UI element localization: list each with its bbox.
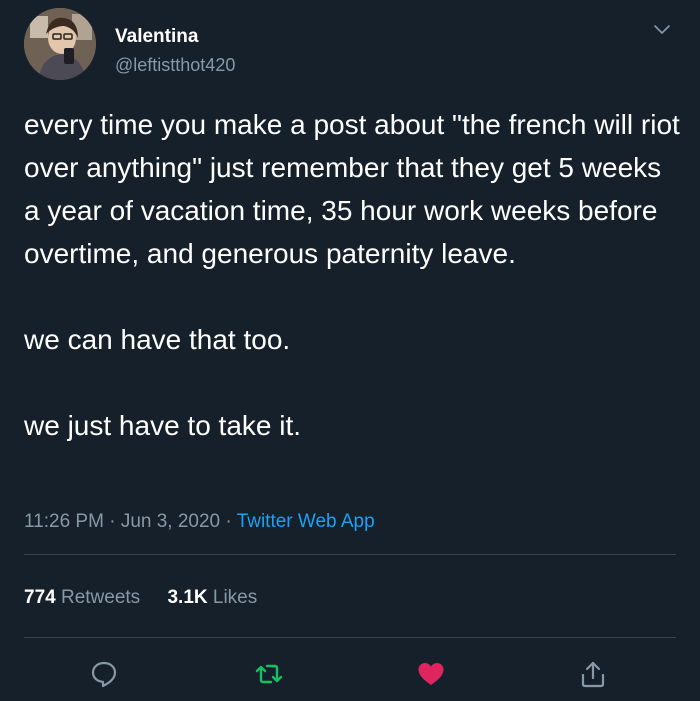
tweet-metadata: 11:26 PM · Jun 3, 2020 · Twitter Web App bbox=[24, 511, 375, 533]
display-name[interactable]: Valentina bbox=[115, 26, 198, 48]
tweet-header: Valentina @leftistthot420 bbox=[24, 8, 676, 84]
heart-icon[interactable] bbox=[416, 659, 446, 689]
separator-dot: · bbox=[225, 511, 237, 532]
tweet-time[interactable]: 11:26 PM bbox=[24, 511, 104, 532]
retweets-label: Retweets bbox=[60, 587, 141, 608]
retweets-stat[interactable]: 774 Retweets bbox=[24, 587, 140, 608]
likes-label: Likes bbox=[212, 587, 258, 608]
reply-icon[interactable] bbox=[89, 659, 119, 689]
likes-stat[interactable]: 3.1K Likes bbox=[167, 587, 257, 608]
retweet-icon[interactable] bbox=[254, 659, 284, 689]
tweet-paragraph: we just have to take it. bbox=[24, 410, 302, 441]
tweet-text: every time you make a post about "the fr… bbox=[24, 103, 684, 447]
tweet-paragraph: every time you make a post about "the fr… bbox=[24, 109, 680, 269]
username-handle[interactable]: @leftistthot420 bbox=[115, 55, 235, 76]
separator-dot: · bbox=[109, 511, 121, 532]
tweet-paragraph: we can have that too. bbox=[24, 324, 291, 355]
retweets-count: 774 bbox=[24, 587, 56, 608]
avatar[interactable] bbox=[24, 8, 96, 80]
tweet-source-link[interactable]: Twitter Web App bbox=[237, 511, 375, 532]
tweet-date[interactable]: Jun 3, 2020 bbox=[121, 511, 220, 532]
tweet-stats: 774 Retweets 3.1K Likes bbox=[24, 587, 279, 609]
tweet-card: Valentina @leftistthot420 every time you… bbox=[0, 0, 700, 701]
divider bbox=[24, 554, 676, 555]
divider bbox=[24, 637, 676, 638]
tweet-actions bbox=[0, 655, 700, 701]
chevron-down-icon[interactable] bbox=[652, 20, 672, 40]
share-icon[interactable] bbox=[578, 659, 608, 689]
likes-count: 3.1K bbox=[167, 587, 208, 608]
